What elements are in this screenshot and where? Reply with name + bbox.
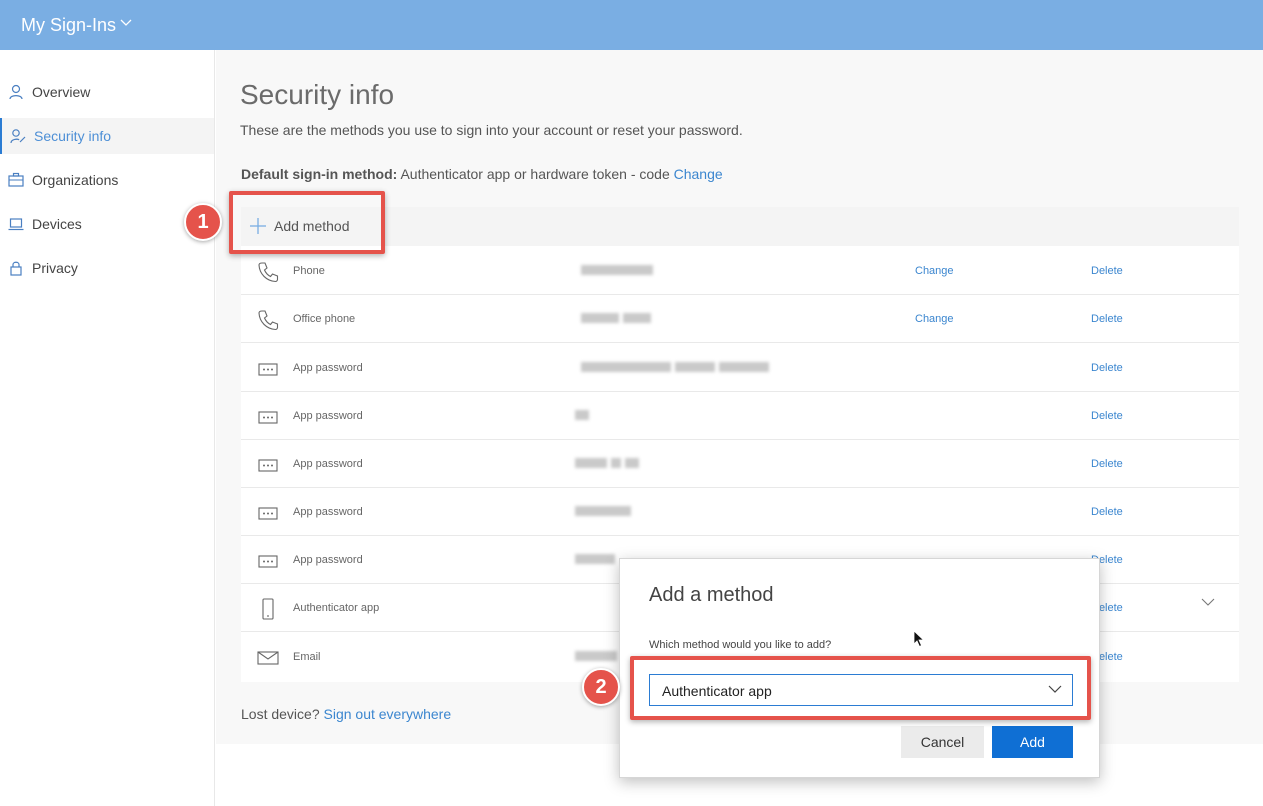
methods-header: Add method xyxy=(241,207,1239,246)
dialog-title: Add a method xyxy=(649,584,774,606)
laptop-icon xyxy=(8,218,24,231)
sidebar-item-label: Overview xyxy=(32,84,91,100)
method-name: Phone xyxy=(293,265,325,277)
chevron-down-icon[interactable] xyxy=(1201,598,1215,607)
method-row: App password Delete xyxy=(241,392,1239,440)
method-row: Office phone Change Delete xyxy=(241,295,1239,343)
top-bar: My Sign-Ins xyxy=(0,0,1263,50)
method-name: Authenticator app xyxy=(293,602,380,614)
redacted-value xyxy=(575,550,619,564)
delete-link[interactable]: Delete xyxy=(1091,362,1123,374)
redacted-value xyxy=(575,647,621,661)
phone-icon xyxy=(258,262,279,283)
sidebar-item-security-info[interactable]: Security info xyxy=(0,118,214,154)
delete-link[interactable]: Delete xyxy=(1091,313,1123,325)
lost-device-label: Lost device? xyxy=(241,706,320,722)
add-button[interactable]: Add xyxy=(992,726,1073,758)
method-name: Office phone xyxy=(293,313,356,325)
method-name: App password xyxy=(293,362,363,374)
change-default-link[interactable]: Change xyxy=(674,166,723,182)
delete-link[interactable]: Delete xyxy=(1091,410,1123,422)
page-description: These are the methods you use to sign in… xyxy=(240,122,743,138)
sidebar-item-label: Privacy xyxy=(32,260,78,276)
delete-link[interactable]: Delete xyxy=(1091,458,1123,470)
step-badge-2: 2 xyxy=(582,668,620,706)
step-badge-1: 1 xyxy=(184,203,222,241)
mouse-cursor-icon xyxy=(913,630,925,648)
password-dots-icon xyxy=(258,459,278,472)
method-row: App password Delete xyxy=(241,440,1239,488)
chevron-down-icon[interactable] xyxy=(120,19,132,27)
mobile-phone-icon xyxy=(262,598,274,620)
change-link[interactable]: Change xyxy=(915,313,954,325)
change-link[interactable]: Change xyxy=(915,265,954,277)
person-key-icon xyxy=(10,129,26,144)
dialog-question: Which method would you like to add? xyxy=(649,639,832,651)
sidebar-item-overview[interactable]: Overview xyxy=(0,74,214,110)
default-sign-in-method: Default sign-in method: Authenticator ap… xyxy=(241,166,723,182)
sidebar: Overview Security info Organizations Dev… xyxy=(0,50,215,806)
lost-device-line: Lost device? Sign out everywhere xyxy=(241,706,451,722)
sign-out-everywhere-link[interactable]: Sign out everywhere xyxy=(324,706,452,722)
method-row: Phone Change Delete xyxy=(241,247,1239,295)
sidebar-item-organizations[interactable]: Organizations xyxy=(0,162,214,198)
person-icon xyxy=(9,84,23,100)
sidebar-item-label: Devices xyxy=(32,216,82,232)
envelope-icon xyxy=(257,651,279,665)
sidebar-item-privacy[interactable]: Privacy xyxy=(0,250,214,286)
redacted-value xyxy=(581,261,657,275)
redacted-value xyxy=(575,502,635,516)
default-method-label: Default sign-in method: xyxy=(241,166,398,182)
default-method-value: Authenticator app or hardware token - co… xyxy=(400,166,670,182)
method-name: App password xyxy=(293,410,363,422)
password-dots-icon xyxy=(258,363,278,376)
sidebar-item-label: Security info xyxy=(34,128,112,144)
highlight-add-method xyxy=(229,191,385,254)
redacted-value xyxy=(581,358,773,372)
delete-link[interactable]: Delete xyxy=(1091,506,1123,518)
cancel-button[interactable]: Cancel xyxy=(901,726,984,758)
redacted-value xyxy=(581,309,655,323)
password-dots-icon xyxy=(258,411,278,424)
sidebar-item-label: Organizations xyxy=(32,172,119,188)
method-name: App password xyxy=(293,458,363,470)
password-dots-icon xyxy=(258,507,278,520)
sidebar-item-devices[interactable]: Devices xyxy=(0,206,214,242)
redacted-value xyxy=(575,454,643,468)
page-title: Security info xyxy=(240,79,395,110)
method-name: App password xyxy=(293,554,363,566)
briefcase-icon xyxy=(8,172,24,187)
method-name: Email xyxy=(293,651,321,663)
app-title[interactable]: My Sign-Ins xyxy=(21,15,116,36)
redacted-value xyxy=(575,406,593,420)
method-name: App password xyxy=(293,506,363,518)
highlight-method-select xyxy=(630,656,1091,720)
password-dots-icon xyxy=(258,555,278,568)
delete-link[interactable]: Delete xyxy=(1091,265,1123,277)
lock-icon xyxy=(10,261,22,276)
method-row: App password Delete xyxy=(241,488,1239,536)
method-row: App password Delete xyxy=(241,344,1239,392)
phone-icon xyxy=(258,310,279,331)
